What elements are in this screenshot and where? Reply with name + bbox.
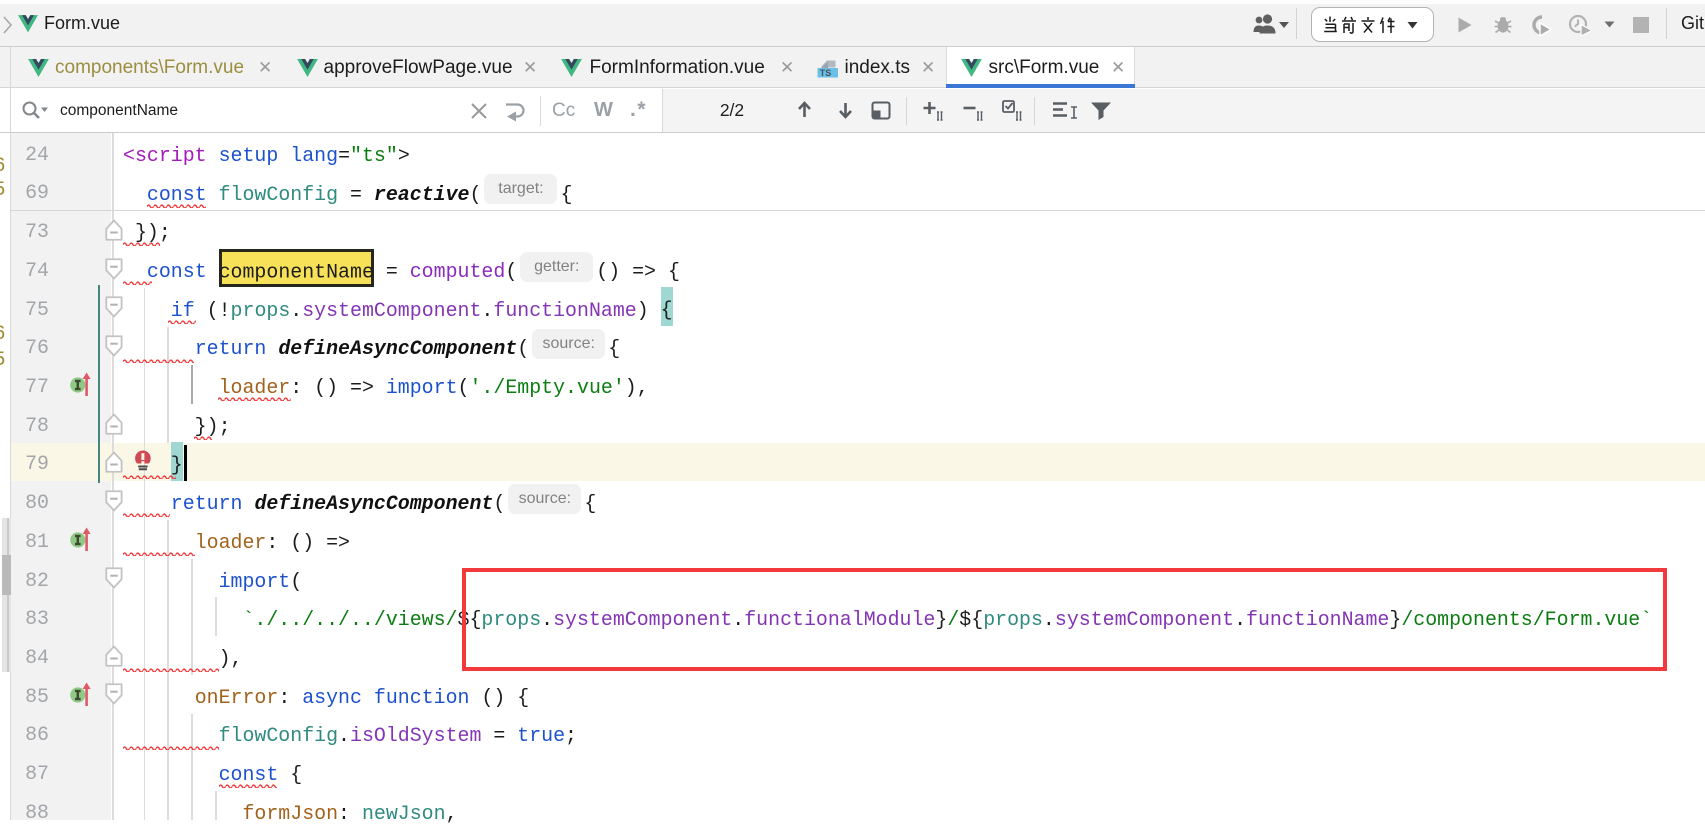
svg-text:TS: TS — [820, 68, 832, 78]
